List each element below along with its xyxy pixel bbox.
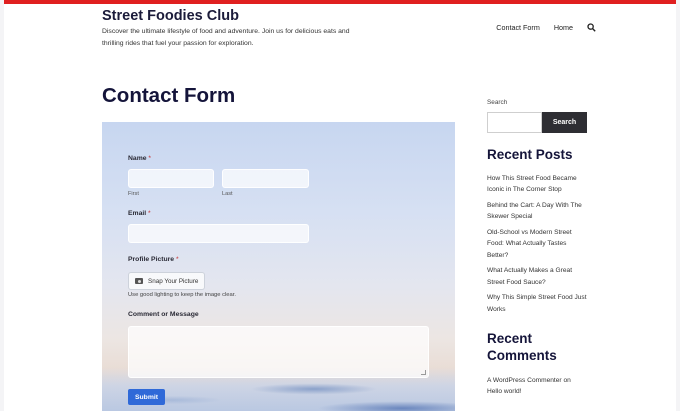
recent-posts-list: How This Street Food Became Iconic in Th… — [487, 173, 587, 319]
recent-post-link[interactable]: What Actually Makes a Great Street Food … — [487, 265, 587, 288]
email-input[interactable] — [128, 224, 309, 243]
sidebar-search-label: Search — [487, 99, 508, 106]
sidebar-search-input[interactable] — [487, 112, 542, 133]
recent-post-link[interactable]: Behind the Cart: A Day With The Skewer S… — [487, 200, 587, 223]
recent-post-link[interactable]: How This Street Food Became Iconic in Th… — [487, 173, 587, 196]
snap-picture-label: Snap Your Picture — [148, 277, 199, 285]
comment-label: Comment or Message — [128, 311, 199, 318]
profile-picture-label: Profile Picture * — [128, 256, 179, 263]
first-name-input[interactable] — [128, 169, 214, 188]
recent-post-link[interactable]: Why This Simple Street Food Just Works — [487, 292, 587, 315]
first-sublabel: First — [128, 191, 139, 197]
name-label: Name * — [128, 155, 152, 162]
page-title: Contact Form — [102, 84, 236, 107]
file-hint: Use good lighting to keep the image clea… — [128, 292, 236, 298]
top-accent-bar — [4, 0, 676, 4]
recent-posts-heading: Recent Posts — [487, 147, 573, 162]
search-icon[interactable] — [587, 23, 596, 32]
email-label: Email * — [128, 210, 151, 217]
last-sublabel: Last — [222, 191, 233, 197]
page: Street Foodies Club Discover the ultimat… — [4, 0, 676, 411]
contact-form: Name * First Last Email * Profile Pictur… — [102, 122, 455, 411]
recent-comments-heading: Recent Comments — [487, 331, 557, 363]
recent-post-link[interactable]: Old-School vs Modern Street Food: What A… — [487, 227, 587, 261]
submit-button[interactable]: Submit — [128, 389, 166, 405]
site-description: Discover the ultimate lifestyle of food … — [102, 28, 350, 47]
nav-item-home[interactable]: Home — [554, 23, 573, 32]
recent-comments-list: A WordPress Commenter on Hello world! — [487, 375, 587, 402]
main-nav: Contact Form Home — [496, 23, 596, 32]
site-title[interactable]: Street Foodies Club — [102, 8, 239, 24]
snap-picture-button[interactable]: Snap Your Picture — [128, 272, 206, 290]
nav-item-contact-form[interactable]: Contact Form — [496, 23, 540, 32]
recent-comment-item[interactable]: A WordPress Commenter on Hello world! — [487, 375, 587, 398]
last-name-input[interactable] — [222, 169, 309, 188]
sidebar-search-button[interactable]: Search — [542, 112, 587, 133]
resize-handle-icon[interactable] — [421, 370, 426, 375]
camera-icon — [135, 278, 143, 284]
comment-textarea[interactable] — [128, 326, 429, 378]
